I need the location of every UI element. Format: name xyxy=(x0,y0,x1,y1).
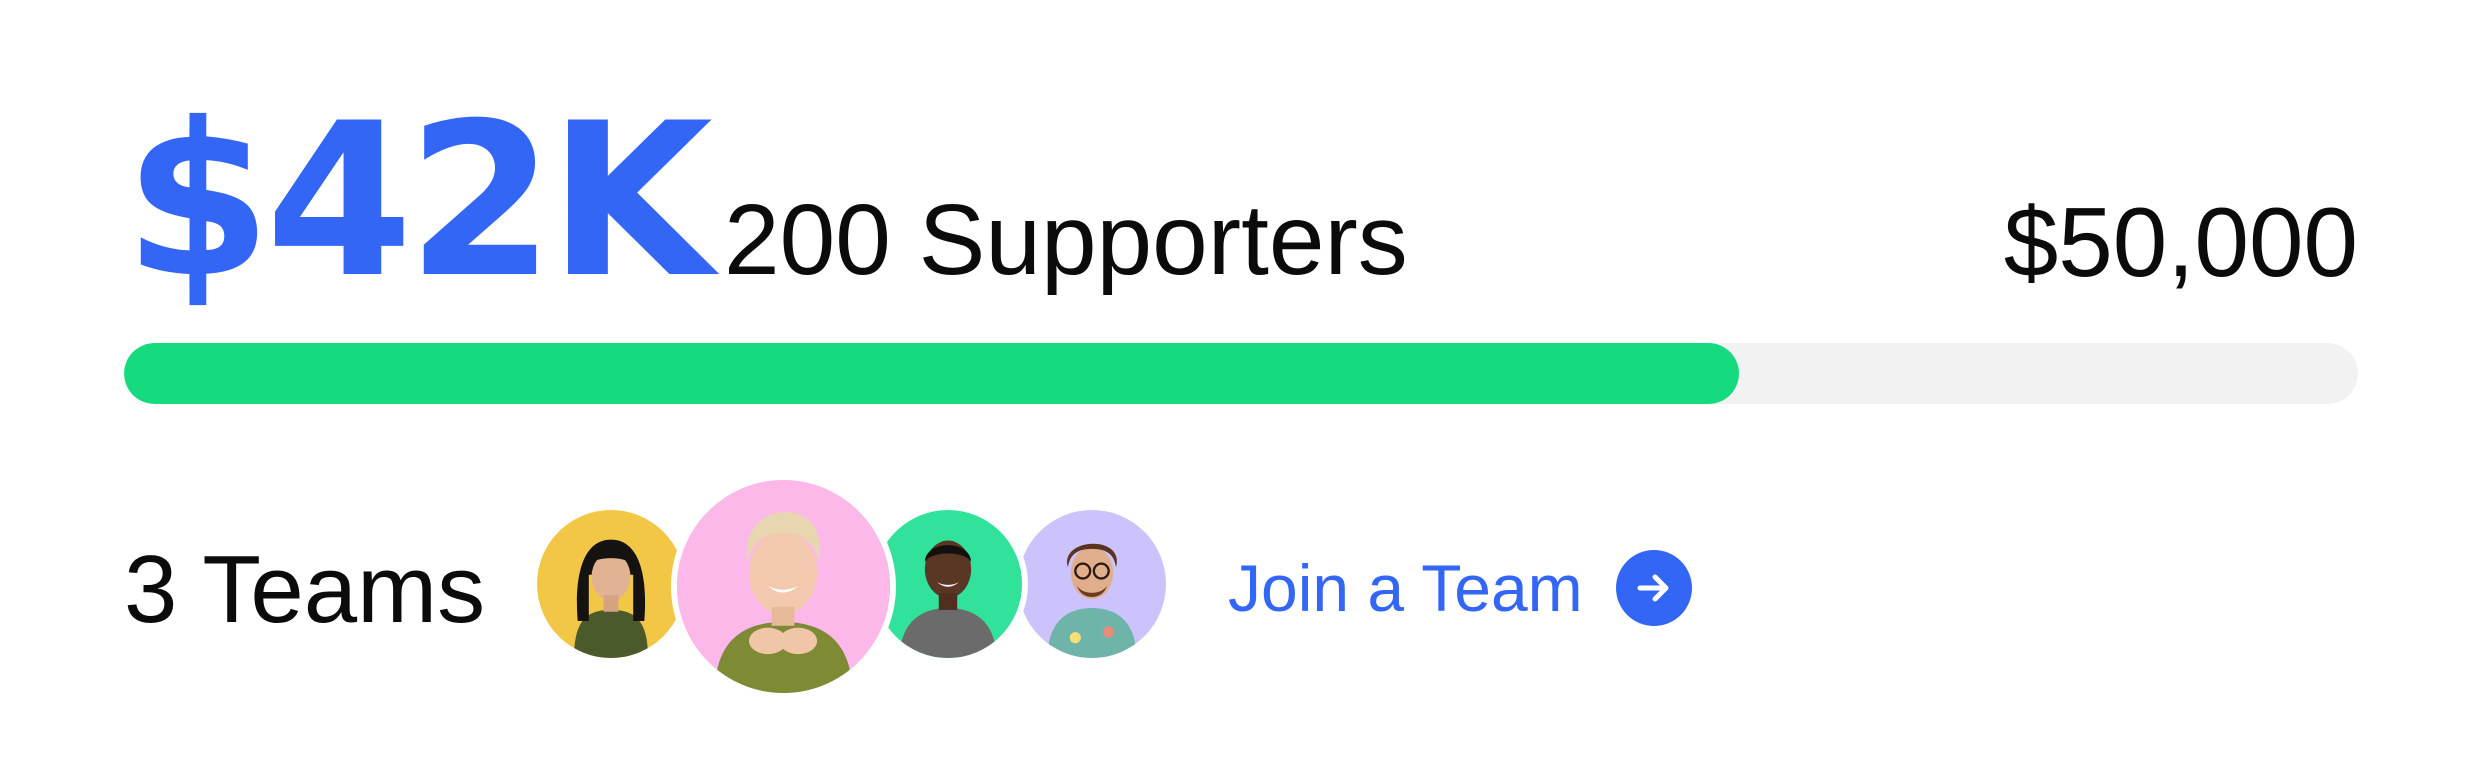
avatar xyxy=(874,510,1022,658)
avatar xyxy=(677,480,890,693)
team-avatar[interactable] xyxy=(1012,504,1172,664)
amount-raised: $42K xyxy=(124,77,713,324)
goal-amount: $50,000 xyxy=(2003,187,2358,297)
team-avatar[interactable] xyxy=(531,504,691,664)
arrow-right-icon[interactable] xyxy=(1615,550,1692,626)
join-team-label: Join a Team xyxy=(1228,551,1583,625)
team-avatar[interactable] xyxy=(671,474,896,699)
teams-count: 3 Teams xyxy=(124,536,486,643)
supporters-count: 200 Supporters xyxy=(724,184,1408,296)
avatar xyxy=(537,510,685,658)
progress-bar xyxy=(124,343,2358,404)
join-team-link[interactable]: Join a Team xyxy=(1228,546,1692,630)
progress-fill xyxy=(124,343,1740,404)
avatar xyxy=(1018,510,1166,658)
